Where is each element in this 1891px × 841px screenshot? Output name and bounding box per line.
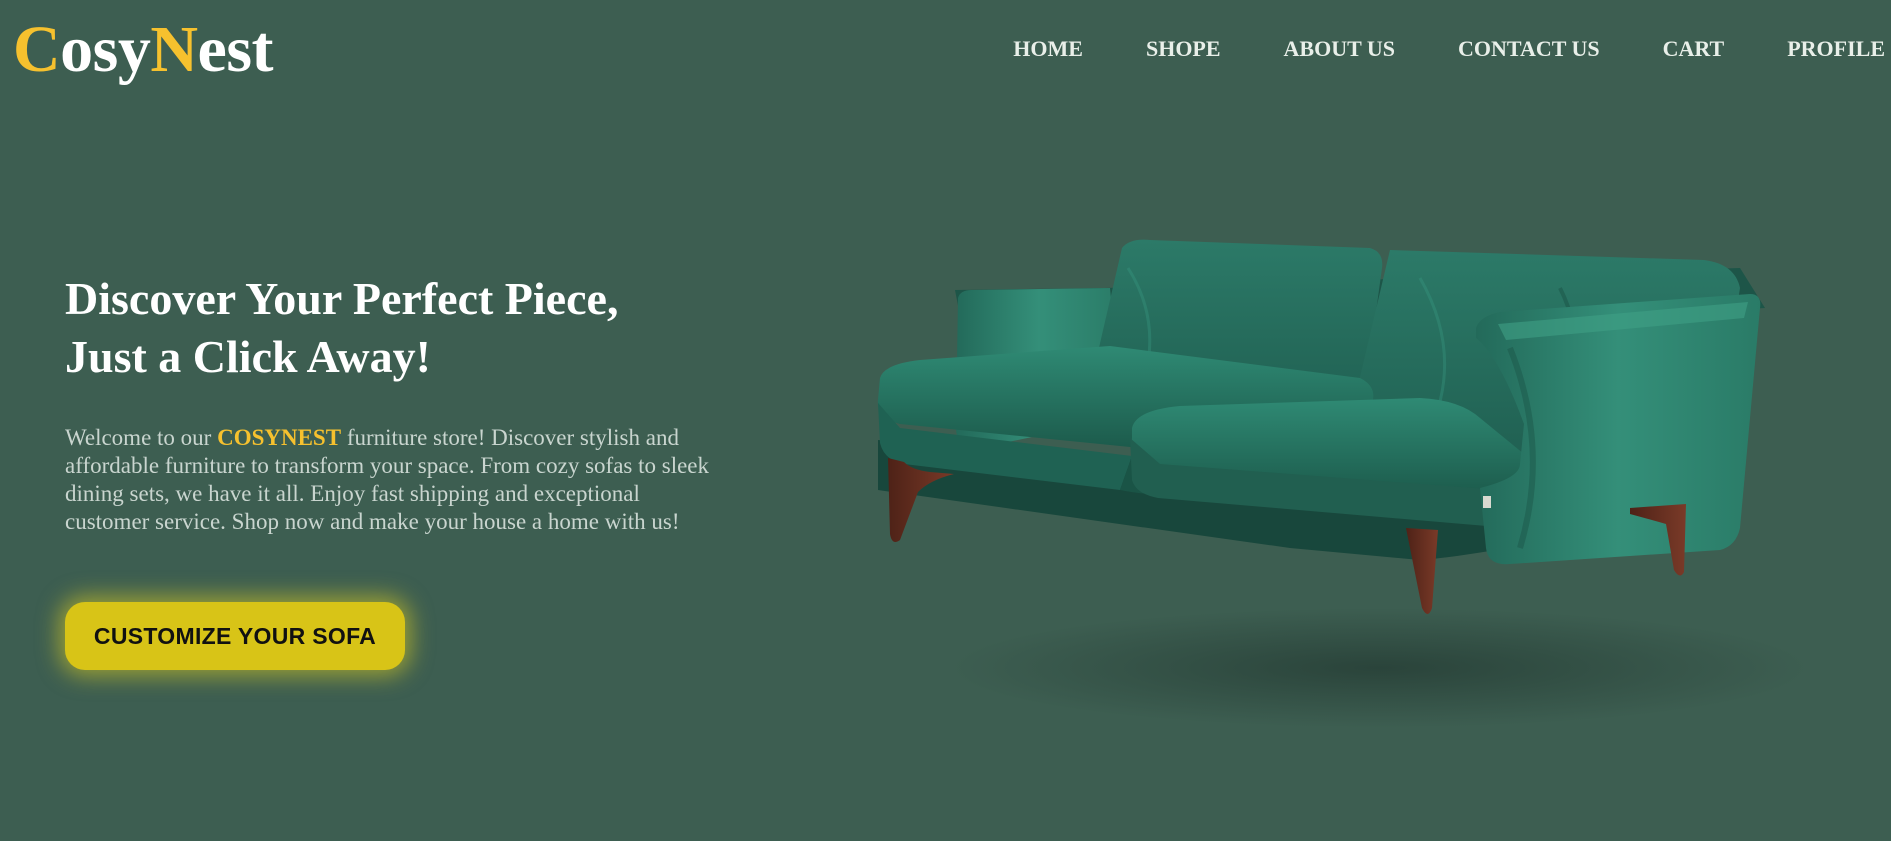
nav-home[interactable]: HOME — [1013, 34, 1083, 64]
logo-letter-n: N — [150, 13, 198, 86]
logo-letter-c: C — [13, 13, 61, 86]
site-header: CosyNest HOME SHOPE ABOUT US CONTACT US … — [0, 0, 1891, 100]
hero-text-brand: COSYNEST — [217, 425, 342, 450]
logo-part-est: est — [197, 13, 274, 86]
nav-cart[interactable]: CART — [1663, 34, 1725, 64]
site-logo[interactable]: CosyNest — [13, 8, 274, 92]
nav-contact-us[interactable]: CONTACT US — [1458, 34, 1600, 64]
hero-text-intro: Welcome to our — [65, 425, 218, 450]
hero-description: Welcome to our COSYNEST furniture store!… — [65, 424, 715, 536]
hero-title-line-1: Discover Your Perfect Piece, — [65, 273, 619, 324]
nav-profile[interactable]: PROFILE — [1787, 34, 1885, 64]
hero-title: Discover Your Perfect Piece, Just a Clic… — [65, 270, 765, 386]
nav-about-us[interactable]: ABOUT US — [1284, 34, 1395, 64]
green-velvet-sofa-image — [877, 239, 1810, 728]
main-nav: HOME SHOPE ABOUT US CONTACT US CART PROF… — [1013, 34, 1885, 64]
customize-sofa-button[interactable]: CUSTOMIZE YOUR SOFA — [65, 602, 405, 670]
logo-part-osy: osy — [60, 13, 151, 86]
nav-shope[interactable]: SHOPE — [1146, 34, 1221, 64]
hero-title-line-2: Just a Click Away! — [65, 331, 431, 382]
